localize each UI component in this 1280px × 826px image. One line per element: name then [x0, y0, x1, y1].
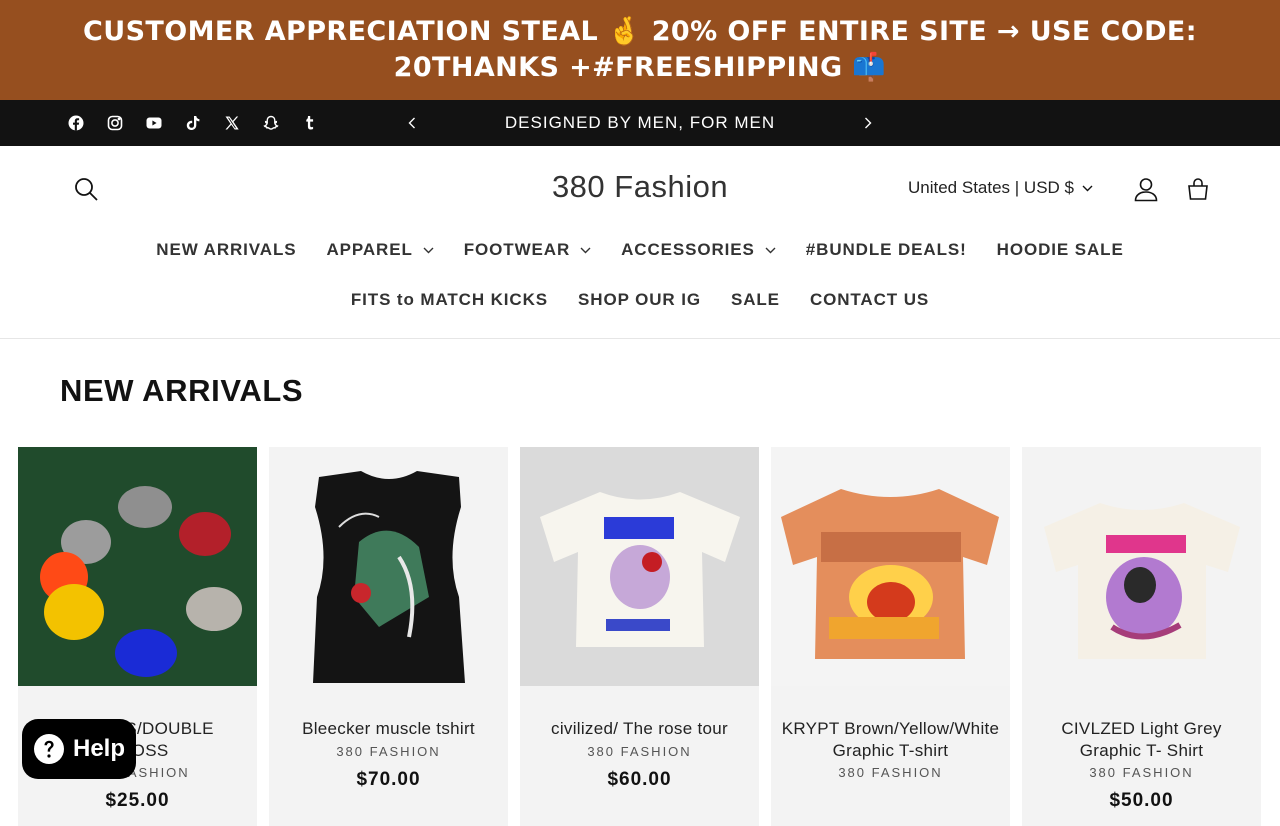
- nav-sale[interactable]: SALE: [716, 280, 795, 320]
- product-vendor: 380 FASHION: [336, 743, 441, 759]
- announcement-text: DESIGNED BY MEN, FOR MEN: [504, 113, 776, 132]
- nav-label: FOOTWEAR: [463, 240, 571, 259]
- instagram-icon[interactable]: [95, 100, 134, 146]
- chevron-down-icon: [580, 247, 591, 253]
- nav-shop-our-ig[interactable]: SHOP OUR IG: [563, 280, 716, 320]
- chevron-right-icon: [865, 117, 872, 129]
- help-icon: [34, 734, 64, 764]
- main-navigation: NEW ARRIVALS APPAREL FOOTWEAR ACCESSORIE…: [0, 230, 1280, 339]
- product-image: [1022, 447, 1261, 686]
- product-card[interactable]: CIVLZED Light Grey Graphic T- Shirt 380 …: [1022, 447, 1261, 826]
- product-price: $50.00: [1109, 790, 1174, 811]
- announcement-prev-button[interactable]: [400, 111, 424, 135]
- product-name[interactable]: civilized/ The rose tour: [530, 718, 749, 740]
- product-image: [269, 447, 508, 686]
- product-price: $25.00: [105, 790, 170, 811]
- country-selector[interactable]: United States | USD $: [900, 176, 1101, 200]
- nav-label: HOODIE SALE: [996, 240, 1124, 259]
- nav-hoodie-sale[interactable]: HOODIE SALE: [982, 230, 1139, 270]
- search-icon[interactable]: [72, 175, 100, 203]
- nav-label: SHOP OUR IG: [578, 290, 701, 309]
- nav-label: CONTACT US: [809, 290, 930, 309]
- promo-text: CUSTOMER APPRECIATION STEAL 🤞 20% OFF EN…: [83, 16, 1197, 83]
- tumblr-icon[interactable]: [290, 100, 329, 146]
- promo-banner: CUSTOMER APPRECIATION STEAL 🤞 20% OFF EN…: [0, 0, 1280, 100]
- product-info: civilized/ The rose tour 380 FASHION $60…: [520, 686, 759, 826]
- product-vendor: 380 FASHION: [838, 765, 943, 780]
- product-info: CIVLZED Light Grey Graphic T- Shirt 380 …: [1022, 686, 1261, 826]
- nav-new-arrivals[interactable]: NEW ARRIVALS: [141, 230, 311, 270]
- account-icon[interactable]: [1132, 175, 1160, 203]
- nav-label: FITS to MATCH KICKS: [350, 290, 549, 309]
- chevron-down-icon: [423, 247, 434, 253]
- announcement-next-button[interactable]: [856, 111, 880, 135]
- product-vendor: 380 FASHION: [587, 743, 692, 759]
- nav-row-primary: NEW ARRIVALS APPAREL FOOTWEAR ACCESSORIE…: [0, 230, 1280, 270]
- country-label: United States | USD $: [908, 178, 1074, 197]
- chevron-down-icon: [765, 247, 776, 253]
- product-grid: BEANIES/DOUBLE CROSS 380 FASHION $25.00 …: [18, 447, 1261, 826]
- product-image: [520, 447, 759, 686]
- product-card[interactable]: civilized/ The rose tour 380 FASHION $60…: [520, 447, 759, 826]
- nav-apparel[interactable]: APPAREL: [311, 230, 448, 270]
- nav-label: APPAREL: [326, 240, 413, 259]
- nav-label: ACCESSORIES: [621, 240, 755, 259]
- site-logo[interactable]: 380 Fashion: [440, 169, 840, 205]
- social-links: [56, 100, 329, 146]
- snapchat-icon[interactable]: [251, 100, 290, 146]
- product-info: KRYPT Brown/Yellow/White Graphic T-shirt…: [771, 686, 1010, 826]
- product-card[interactable]: Bleecker muscle tshirt 380 FASHION $70.0…: [269, 447, 508, 826]
- section-title: NEW ARRIVALS: [60, 373, 304, 408]
- nav-label: #BUNDLE DEALS!: [805, 240, 967, 259]
- nav-footwear[interactable]: FOOTWEAR: [449, 230, 606, 270]
- product-info: Bleecker muscle tshirt 380 FASHION $70.0…: [269, 686, 508, 826]
- cart-icon[interactable]: [1184, 175, 1212, 203]
- x-icon[interactable]: [212, 100, 251, 146]
- product-card[interactable]: KRYPT Brown/Yellow/White Graphic T-shirt…: [771, 447, 1010, 826]
- chevron-left-icon: [408, 117, 415, 129]
- nav-accessories[interactable]: ACCESSORIES: [606, 230, 791, 270]
- site-header: 380 Fashion United States | USD $: [0, 146, 1280, 230]
- nav-label: NEW ARRIVALS: [156, 240, 297, 259]
- help-label: Help: [73, 735, 126, 762]
- nav-fits-to-match-kicks[interactable]: FITS to MATCH KICKS: [336, 280, 563, 320]
- facebook-icon[interactable]: [56, 100, 95, 146]
- nav-contact-us[interactable]: CONTACT US: [795, 280, 944, 320]
- product-vendor: 380 FASHION: [1089, 765, 1194, 780]
- product-name[interactable]: CIVLZED Light Grey Graphic T- Shirt: [1032, 718, 1251, 761]
- product-name[interactable]: KRYPT Brown/Yellow/White Graphic T-shirt: [781, 718, 1000, 761]
- nav-bundle-deals[interactable]: #BUNDLE DEALS!: [791, 230, 982, 270]
- product-name[interactable]: Bleecker muscle tshirt: [279, 718, 498, 740]
- product-image: [18, 447, 257, 686]
- youtube-icon[interactable]: [134, 100, 173, 146]
- product-price: $70.00: [356, 768, 421, 790]
- announcement-bar: DESIGNED BY MEN, FOR MEN: [0, 100, 1280, 146]
- nav-label: SALE: [730, 290, 780, 309]
- product-image: [771, 447, 1010, 686]
- tiktok-icon[interactable]: [173, 100, 212, 146]
- product-price: $60.00: [607, 768, 672, 790]
- nav-row-secondary: FITS to MATCH KICKS SHOP OUR IG SALE CON…: [0, 280, 1280, 320]
- help-button[interactable]: Help: [22, 719, 136, 779]
- chevron-down-icon: [1082, 185, 1093, 191]
